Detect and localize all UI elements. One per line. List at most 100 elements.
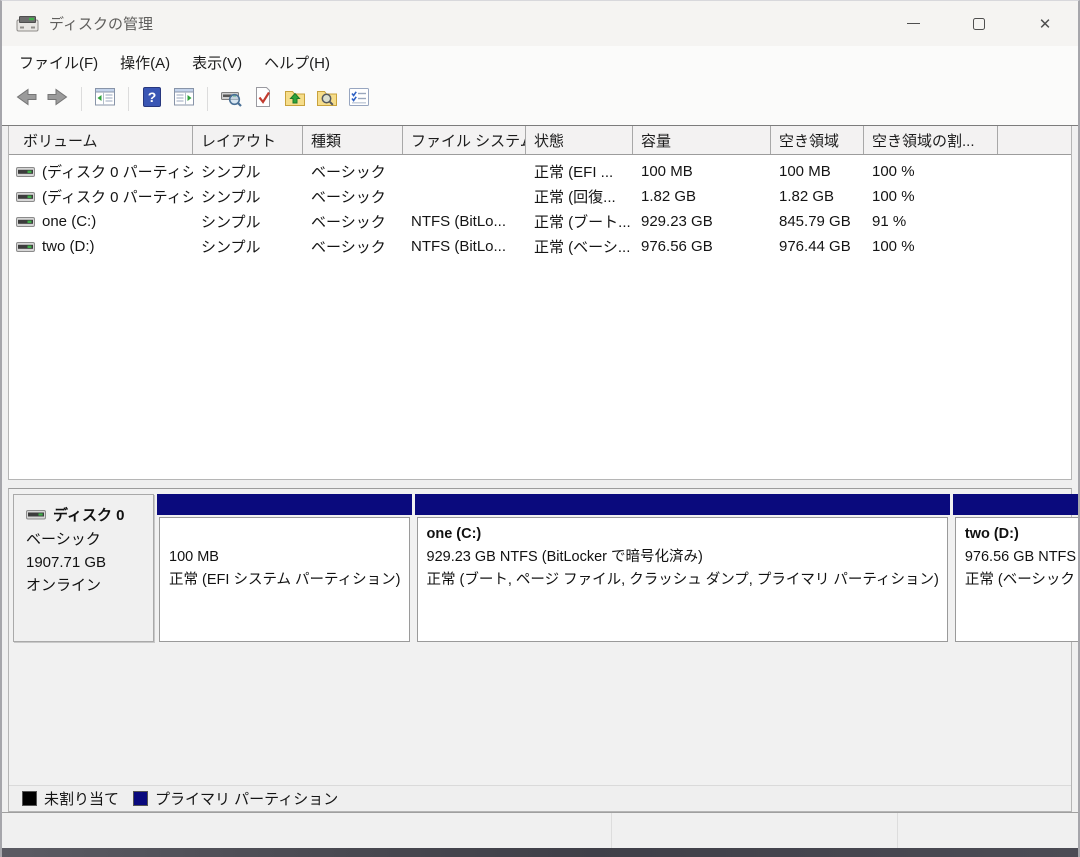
volume-cell: 100 MB xyxy=(771,163,864,180)
partition-size-line: 100 MB xyxy=(169,546,401,569)
legend-item-1: プライマリ パーティション xyxy=(133,788,338,809)
disk-status: オンライン xyxy=(26,574,143,597)
partition-header-bar xyxy=(953,494,1080,515)
volume-cell: 976.56 GB xyxy=(633,238,771,255)
folder-search-icon xyxy=(314,84,340,115)
disk-drive-icon xyxy=(26,508,46,521)
disk-search-button[interactable] xyxy=(216,84,246,114)
partitions-strip: 100 MB正常 (EFI システム パーティション)one (C:)929.2… xyxy=(157,494,1061,642)
volume-row-0[interactable]: (ディスク 0 パーティショ...シンプルベーシック正常 (EFI ...100… xyxy=(9,159,1071,184)
volume-cell: シンプル xyxy=(193,161,303,182)
volume-name: (ディスク 0 パーティショ... xyxy=(42,161,193,182)
legend-bar: 未割り当てプライマリ パーティション xyxy=(9,785,1071,811)
partition-body: 100 MB正常 (EFI システム パーティション) xyxy=(159,517,410,642)
title-bar: ディスクの管理 ✕ xyxy=(2,1,1078,46)
minimize-button[interactable] xyxy=(880,1,946,46)
partition-title xyxy=(169,523,401,546)
panel-splitter[interactable] xyxy=(8,480,1072,488)
partition-header-bar xyxy=(157,494,412,515)
volume-cell: シンプル xyxy=(193,211,303,232)
disk-name: ディスク 0 xyxy=(53,504,124,525)
forward-icon xyxy=(44,84,72,115)
column-header-7[interactable]: 空き領域の割... xyxy=(864,126,998,154)
window-title: ディスクの管理 xyxy=(49,13,153,34)
column-header-0[interactable]: ボリューム xyxy=(9,126,193,154)
column-header-4[interactable]: 状態 xyxy=(526,126,633,154)
status-bar-segment xyxy=(898,813,1078,848)
menu-bar: ファイル(F)操作(A)表示(V)ヘルプ(H) xyxy=(2,46,1078,79)
menu-item-0[interactable]: ファイル(F) xyxy=(8,47,109,78)
column-header-1[interactable]: レイアウト xyxy=(193,126,303,154)
status-bar-segment xyxy=(612,813,898,848)
volume-cell: 100 % xyxy=(864,238,998,255)
volume-row-1[interactable]: (ディスク 0 パーティショ...シンプルベーシック正常 (回復...1.82 … xyxy=(9,184,1071,209)
column-header-6[interactable]: 空き領域 xyxy=(771,126,864,154)
task-list-button[interactable] xyxy=(344,84,374,114)
folder-upload-icon xyxy=(282,84,308,115)
console-tree-icon xyxy=(92,84,118,115)
back-button[interactable] xyxy=(11,84,41,114)
volume-cell: 100 % xyxy=(864,188,998,205)
toolbar-separator xyxy=(128,87,129,111)
partition-block-2[interactable]: two (D:)976.56 GB NTFS (BitLocker で暗号化済み… xyxy=(953,494,1080,642)
menu-item-2[interactable]: 表示(V) xyxy=(181,47,253,78)
volume-name: (ディスク 0 パーティショ... xyxy=(42,186,193,207)
toolbar-separator xyxy=(81,87,82,111)
volume-cell: ベーシック xyxy=(303,211,403,232)
partition-block-1[interactable]: one (C:)929.23 GB NTFS (BitLocker で暗号化済み… xyxy=(415,494,950,642)
volume-cell: 929.23 GB xyxy=(633,213,771,230)
partition-title: one (C:) xyxy=(427,523,939,546)
menu-item-1[interactable]: 操作(A) xyxy=(109,47,181,78)
volume-row-2[interactable]: one (C:)シンプルベーシックNTFS (BitLo...正常 (ブート..… xyxy=(9,209,1071,234)
menu-item-3[interactable]: ヘルプ(H) xyxy=(253,47,341,78)
volume-cell: 100 % xyxy=(864,163,998,180)
volume-cell: (ディスク 0 パーティショ... xyxy=(9,161,193,182)
window-bottom-edge xyxy=(2,848,1078,857)
disk-management-window: ディスクの管理 ✕ ファイル(F)操作(A)表示(V)ヘルプ(H) ? ボリュー… xyxy=(0,0,1080,857)
volume-disk-icon xyxy=(16,166,35,178)
partition-size-line: 929.23 GB NTFS (BitLocker で暗号化済み) xyxy=(427,546,939,569)
legend-label: 未割り当て xyxy=(44,788,119,809)
volume-cell: ベーシック xyxy=(303,186,403,207)
volume-cell: 正常 (ベーシ... xyxy=(526,236,633,257)
disk-size: 1907.71 GB xyxy=(26,551,143,574)
partition-body: one (C:)929.23 GB NTFS (BitLocker で暗号化済み… xyxy=(417,517,948,642)
volume-disk-icon xyxy=(16,241,35,253)
console-tree-button[interactable] xyxy=(90,84,120,114)
volume-cell: 845.79 GB xyxy=(771,213,864,230)
column-header-2[interactable]: 種類 xyxy=(303,126,403,154)
volume-cell: シンプル xyxy=(193,186,303,207)
close-button[interactable]: ✕ xyxy=(1012,1,1078,46)
maximize-button[interactable] xyxy=(946,1,1012,46)
legend-item-0: 未割り当て xyxy=(22,788,119,809)
action-pane-button[interactable] xyxy=(169,84,199,114)
column-header-5[interactable]: 容量 xyxy=(633,126,771,154)
volume-cell: 91 % xyxy=(864,213,998,230)
status-bar xyxy=(2,812,1078,848)
graph-empty-space xyxy=(9,642,1071,785)
column-header-filler xyxy=(998,126,1071,154)
disk-0-info-box[interactable]: ディスク 0 ベーシック 1907.71 GB オンライン xyxy=(13,494,154,642)
partition-body: two (D:)976.56 GB NTFS (BitLocker で暗号化済み… xyxy=(955,517,1080,642)
folder-upload-button[interactable] xyxy=(280,84,310,114)
minimize-icon xyxy=(907,23,920,24)
back-icon xyxy=(12,84,40,115)
volume-cell: 976.44 GB xyxy=(771,238,864,255)
partition-header-bar xyxy=(415,494,950,515)
help-icon: ? xyxy=(139,84,165,115)
checked-document-button[interactable] xyxy=(248,84,278,114)
partition-size-line: 976.56 GB NTFS (BitLocker で暗号化済み) xyxy=(965,546,1080,569)
volume-list-panel: ボリュームレイアウト種類ファイル システム状態容量空き領域空き領域の割... (… xyxy=(8,126,1072,480)
folder-search-button[interactable] xyxy=(312,84,342,114)
volume-row-3[interactable]: two (D:)シンプルベーシックNTFS (BitLo...正常 (ベーシ..… xyxy=(9,234,1071,259)
volume-cell: (ディスク 0 パーティショ... xyxy=(9,186,193,207)
partition-block-0[interactable]: 100 MB正常 (EFI システム パーティション) xyxy=(157,494,412,642)
action-pane-icon xyxy=(171,84,197,115)
forward-button[interactable] xyxy=(43,84,73,114)
column-header-3[interactable]: ファイル システム xyxy=(403,126,526,154)
content-area: ボリュームレイアウト種類ファイル システム状態容量空き領域空き領域の割... (… xyxy=(2,126,1078,812)
volume-cell: シンプル xyxy=(193,236,303,257)
disk-management-app-icon xyxy=(16,13,40,34)
disk-search-icon xyxy=(218,84,244,115)
help-button[interactable]: ? xyxy=(137,84,167,114)
